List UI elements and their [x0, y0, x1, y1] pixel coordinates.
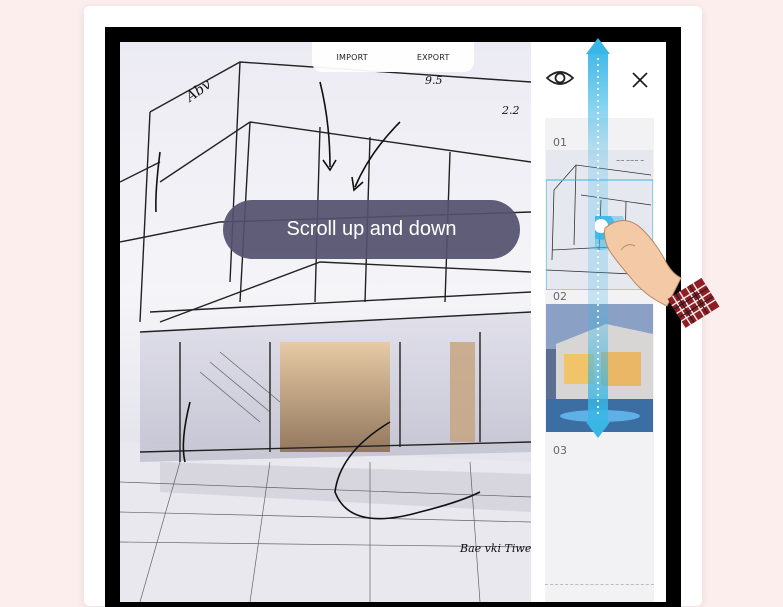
drawing-canvas[interactable]: Abv 9.5 2.2 Bae vki Tiwe longe IMPORT EX… [120, 42, 531, 602]
eye-icon[interactable] [545, 68, 575, 88]
sketch-note-dim2: 2.2 [501, 104, 520, 117]
scroll-hint-tooltip: Scroll up and down [223, 200, 520, 259]
sketch-note-dim1: 9.5 [425, 74, 443, 87]
sketch-note-top: Abv [181, 77, 214, 107]
page-number-2: 02 [553, 290, 567, 303]
page-number-3: 03 [553, 444, 567, 457]
hand-pointer-icon [595, 216, 720, 328]
scroll-hint-text: Scroll up and down [286, 218, 457, 240]
page-separator [545, 584, 654, 585]
top-menu: IMPORT EXPORT [312, 42, 474, 72]
close-icon[interactable] [630, 70, 650, 90]
svg-text:~~ ~~~ ~: ~~ ~~~ ~ [616, 158, 644, 164]
page-number-1: 01 [553, 136, 567, 149]
import-button[interactable]: IMPORT [336, 53, 367, 62]
export-button[interactable]: EXPORT [417, 53, 450, 62]
sketch-note-bottom: Bae vki Tiwe longe [459, 542, 531, 555]
architecture-sketch: Abv 9.5 2.2 Bae vki Tiwe longe [120, 61, 531, 602]
